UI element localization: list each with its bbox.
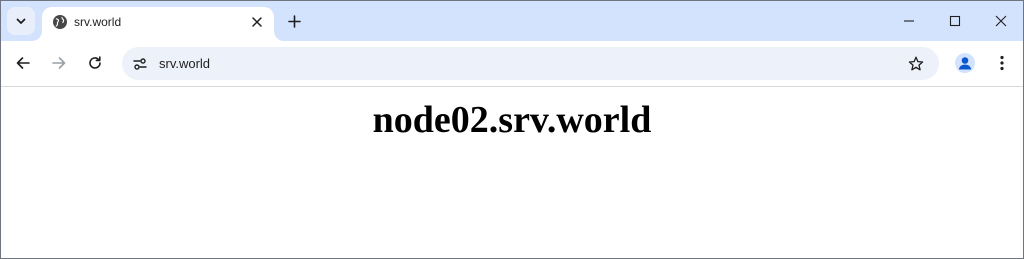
star-icon	[908, 56, 924, 71]
bookmark-button[interactable]	[905, 53, 927, 75]
avatar-icon	[958, 57, 972, 70]
close-icon	[252, 17, 262, 27]
minimize-icon	[904, 20, 914, 22]
tab-close-button[interactable]	[248, 13, 266, 31]
browser-toolbar: srv.world	[1, 41, 1023, 87]
menu-button[interactable]	[991, 51, 1013, 75]
minimize-button[interactable]	[893, 5, 925, 37]
plus-icon	[287, 14, 301, 28]
close-window-button[interactable]	[985, 5, 1017, 37]
page-heading: node02.srv.world	[372, 99, 652, 141]
tab-search-button[interactable]	[7, 7, 35, 35]
arrow-left-icon	[16, 57, 30, 69]
browser-window: srv.world srv.world node02.srv.world	[0, 0, 1024, 259]
reload-button[interactable]	[81, 49, 109, 77]
more-vert-icon	[1000, 55, 1004, 71]
tune-icon	[132, 57, 147, 70]
maximize-button[interactable]	[939, 5, 971, 37]
page-content: node02.srv.world	[1, 87, 1023, 258]
profile-button[interactable]	[955, 53, 975, 73]
back-button[interactable]	[9, 49, 37, 77]
tab-strip: srv.world	[1, 1, 1023, 41]
url-text[interactable]: srv.world	[159, 56, 210, 71]
maximize-icon	[949, 15, 961, 27]
tab-title: srv.world	[74, 15, 122, 29]
reload-icon	[89, 56, 101, 69]
forward-button[interactable]	[45, 49, 73, 77]
close-icon	[995, 15, 1007, 27]
address-bar[interactable]: srv.world	[122, 47, 939, 80]
site-info-button[interactable]	[127, 51, 152, 76]
tab-active[interactable]: srv.world	[42, 7, 274, 41]
globe-icon	[53, 15, 67, 29]
new-tab-button[interactable]	[282, 9, 306, 33]
chevron-down-icon	[16, 18, 26, 24]
arrow-right-icon	[52, 57, 66, 69]
